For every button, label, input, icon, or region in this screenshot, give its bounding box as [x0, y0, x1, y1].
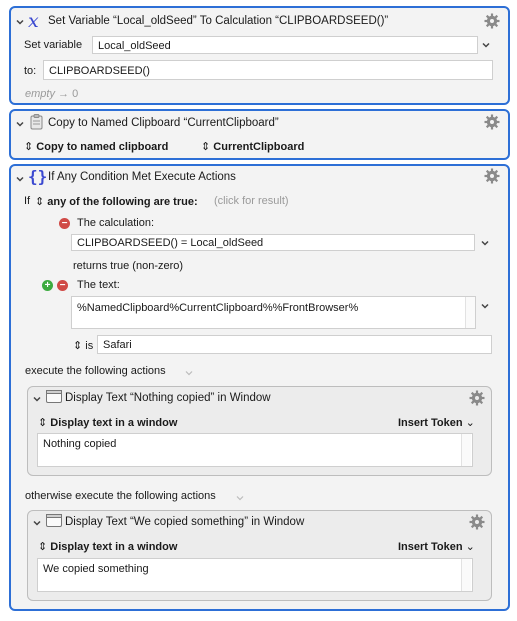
to-label: to:	[24, 65, 37, 77]
display-mode-select[interactable]: ⇕ Display text in a window	[38, 540, 177, 553]
action-title: Display Text “Nothing copied” in Window	[65, 392, 271, 404]
gear-icon[interactable]	[484, 114, 500, 130]
chevron-down-icon[interactable]	[235, 493, 245, 503]
window-icon	[46, 514, 62, 527]
chevron-down-icon[interactable]	[481, 40, 491, 50]
display-text-field[interactable]: Nothing copied	[37, 433, 473, 467]
scrollbar[interactable]	[465, 297, 475, 328]
chevron-down-icon: ⌄	[465, 541, 475, 553]
braces-icon: {}	[28, 167, 48, 186]
gear-icon[interactable]	[469, 390, 485, 406]
updown-select-icon: ⇕	[24, 141, 34, 153]
display-mode-select[interactable]: ⇕ Display text in a window	[38, 416, 177, 429]
set-variable-action[interactable]: 𝑥 Set Variable “Local_oldSeed” To Calcul…	[9, 6, 510, 105]
insert-token-button[interactable]: Insert Token ⌄	[398, 540, 475, 553]
execute-label: execute the following actions	[25, 365, 166, 377]
action-select[interactable]: ⇕ Copy to named clipboard	[24, 140, 168, 153]
updown-select-icon: ⇕	[38, 541, 48, 553]
action-title: Copy to Named Clipboard “CurrentClipboar…	[48, 117, 279, 129]
updown-select-icon: ⇕	[35, 196, 45, 208]
updown-select-icon: ⇕	[73, 340, 83, 352]
window-icon	[46, 390, 62, 403]
updown-select-icon: ⇕	[38, 417, 48, 429]
gear-icon[interactable]	[484, 168, 500, 184]
empty-result: empty → 0	[25, 88, 79, 100]
condition-calc-label: The calculation:	[77, 217, 155, 229]
chevron-down-icon[interactable]	[15, 174, 25, 184]
match-value-field[interactable]: Safari	[97, 335, 492, 354]
display-text-field[interactable]: We copied something	[37, 558, 473, 592]
if-label: If	[24, 195, 31, 207]
variable-x-icon: 𝑥	[28, 10, 39, 32]
insert-token-button[interactable]: Insert Token ⌄	[398, 416, 475, 429]
chevron-down-icon[interactable]	[480, 301, 490, 311]
chevron-down-icon[interactable]	[32, 518, 42, 528]
action-title: Display Text “We copied something” in Wi…	[65, 516, 305, 528]
action-title: Set Variable “Local_oldSeed” To Calculat…	[48, 15, 389, 27]
chevron-down-icon[interactable]	[15, 119, 25, 129]
condition-calc-field[interactable]: CLIPBOARDSEED() = Local_oldSeed	[71, 234, 475, 251]
chevron-down-icon[interactable]	[184, 368, 194, 378]
updown-select-icon: ⇕	[201, 141, 211, 153]
scrollbar[interactable]	[461, 434, 471, 466]
click-for-result[interactable]: (click for result)	[214, 195, 289, 207]
condition-mode-select[interactable]: ⇕ any of the following are true:	[35, 195, 198, 208]
gear-icon[interactable]	[484, 13, 500, 29]
chevron-down-icon[interactable]	[15, 17, 25, 27]
scrollbar[interactable]	[461, 559, 471, 591]
match-operator-select[interactable]: ⇕ is	[73, 339, 93, 352]
condition-text-field[interactable]: %NamedClipboard%CurrentClipboard%%FrontB…	[71, 296, 476, 329]
condition-returns-label: returns true (non-zero)	[73, 260, 184, 272]
copy-named-clipboard-action[interactable]: Copy to Named Clipboard “CurrentClipboar…	[9, 109, 510, 160]
calculation-field[interactable]: CLIPBOARDSEED()	[43, 60, 493, 80]
otherwise-label: otherwise execute the following actions	[25, 490, 216, 502]
action-title: If Any Condition Met Execute Actions	[48, 171, 236, 183]
chevron-down-icon: ⌄	[465, 417, 475, 429]
display-text-action[interactable]: Display Text “We copied something” in Wi…	[27, 510, 492, 601]
remove-condition-icon[interactable]: −	[57, 280, 68, 291]
clipboard-icon	[30, 114, 43, 130]
set-variable-label: Set variable	[24, 39, 83, 51]
condition-text-label: The text:	[77, 279, 120, 291]
display-text-action[interactable]: Display Text “Nothing copied” in Window …	[27, 386, 492, 476]
add-condition-icon[interactable]: +	[42, 280, 53, 291]
gear-icon[interactable]	[469, 514, 485, 530]
variable-name-field[interactable]: Local_oldSeed	[92, 36, 478, 54]
remove-condition-icon[interactable]: −	[59, 218, 70, 229]
clipboard-select[interactable]: ⇕ CurrentClipboard	[201, 140, 304, 153]
if-condition-action[interactable]: {} If Any Condition Met Execute Actions …	[9, 164, 510, 611]
chevron-down-icon[interactable]	[480, 238, 490, 248]
chevron-down-icon[interactable]	[32, 394, 42, 404]
